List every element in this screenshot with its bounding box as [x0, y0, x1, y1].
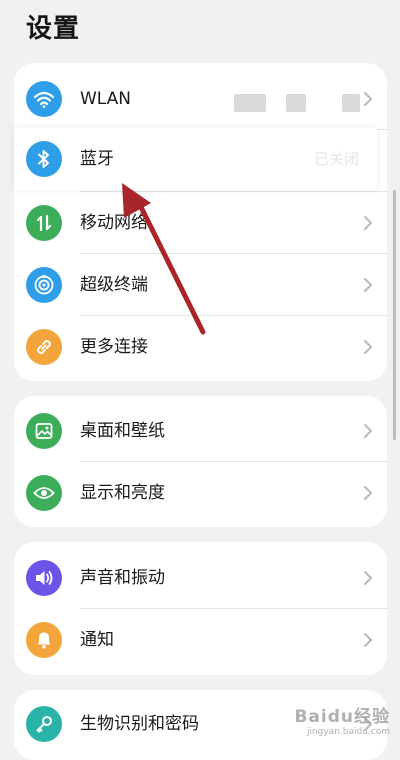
watermark-sub: jingyan.baidu.com [306, 727, 390, 737]
chevron-right-icon [364, 486, 372, 500]
wallpaper-icon [26, 413, 62, 449]
chevron-right-icon [364, 278, 372, 292]
settings-item-label: 蓝牙 [80, 149, 114, 169]
mobile-data-icon [26, 205, 62, 241]
settings-item-label: 超级终端 [80, 275, 148, 295]
settings-item-bluetooth[interactable]: 蓝牙 已关闭 [14, 128, 377, 190]
settings-item-display[interactable]: 显示和亮度 [14, 462, 387, 524]
speaker-icon [26, 560, 62, 596]
wifi-icon [26, 81, 62, 117]
wifi-network-name-redacted [342, 94, 360, 112]
settings-item-label: 更多连接 [80, 337, 148, 357]
settings-item-label: 移动网络 [80, 213, 148, 233]
chevron-right-icon [364, 633, 372, 647]
settings-item-mobile-network[interactable]: 移动网络 [14, 192, 387, 254]
settings-group-display: 桌面和壁纸 显示和亮度 [14, 396, 387, 527]
settings-item-label: 通知 [80, 630, 114, 650]
baidu-watermark: Baidu经验 jingyan.baidu.com [294, 702, 390, 737]
settings-group-sound: 声音和振动 通知 [14, 542, 387, 675]
eye-icon [26, 475, 62, 511]
settings-item-label: 声音和振动 [80, 568, 165, 588]
super-device-icon [26, 267, 62, 303]
page-title: 设置 [26, 14, 81, 44]
settings-item-wallpaper[interactable]: 桌面和壁纸 [14, 400, 387, 462]
settings-group-connectivity: WLAN 移动网络 超级终端 更多连接 [14, 63, 387, 381]
wifi-network-name-redacted [286, 94, 306, 112]
settings-item-label: WLAN [80, 89, 132, 109]
chevron-right-icon [364, 424, 372, 438]
settings-item-notifications[interactable]: 通知 [14, 609, 387, 671]
chevron-right-icon [364, 216, 372, 230]
chevron-right-icon [364, 340, 372, 354]
settings-item-super-device[interactable]: 超级终端 [14, 254, 387, 316]
bell-icon [26, 622, 62, 658]
chevron-right-icon [364, 92, 372, 106]
settings-item-label: 生物识别和密码 [80, 714, 199, 734]
settings-item-label: 桌面和壁纸 [80, 421, 165, 441]
link-icon [26, 329, 62, 365]
key-icon [26, 706, 62, 742]
bluetooth-icon [26, 141, 62, 177]
settings-item-more-connections[interactable]: 更多连接 [14, 316, 387, 378]
chevron-right-icon [364, 571, 372, 585]
scrollbar[interactable] [393, 190, 396, 440]
settings-item-wlan[interactable]: WLAN [14, 68, 387, 130]
wifi-network-name-redacted [234, 94, 266, 112]
settings-item-label: 显示和亮度 [80, 483, 165, 503]
bluetooth-status: 已关闭 [313, 150, 359, 168]
watermark-main: Baidu经验 [294, 707, 390, 727]
settings-item-sound[interactable]: 声音和振动 [14, 547, 387, 609]
